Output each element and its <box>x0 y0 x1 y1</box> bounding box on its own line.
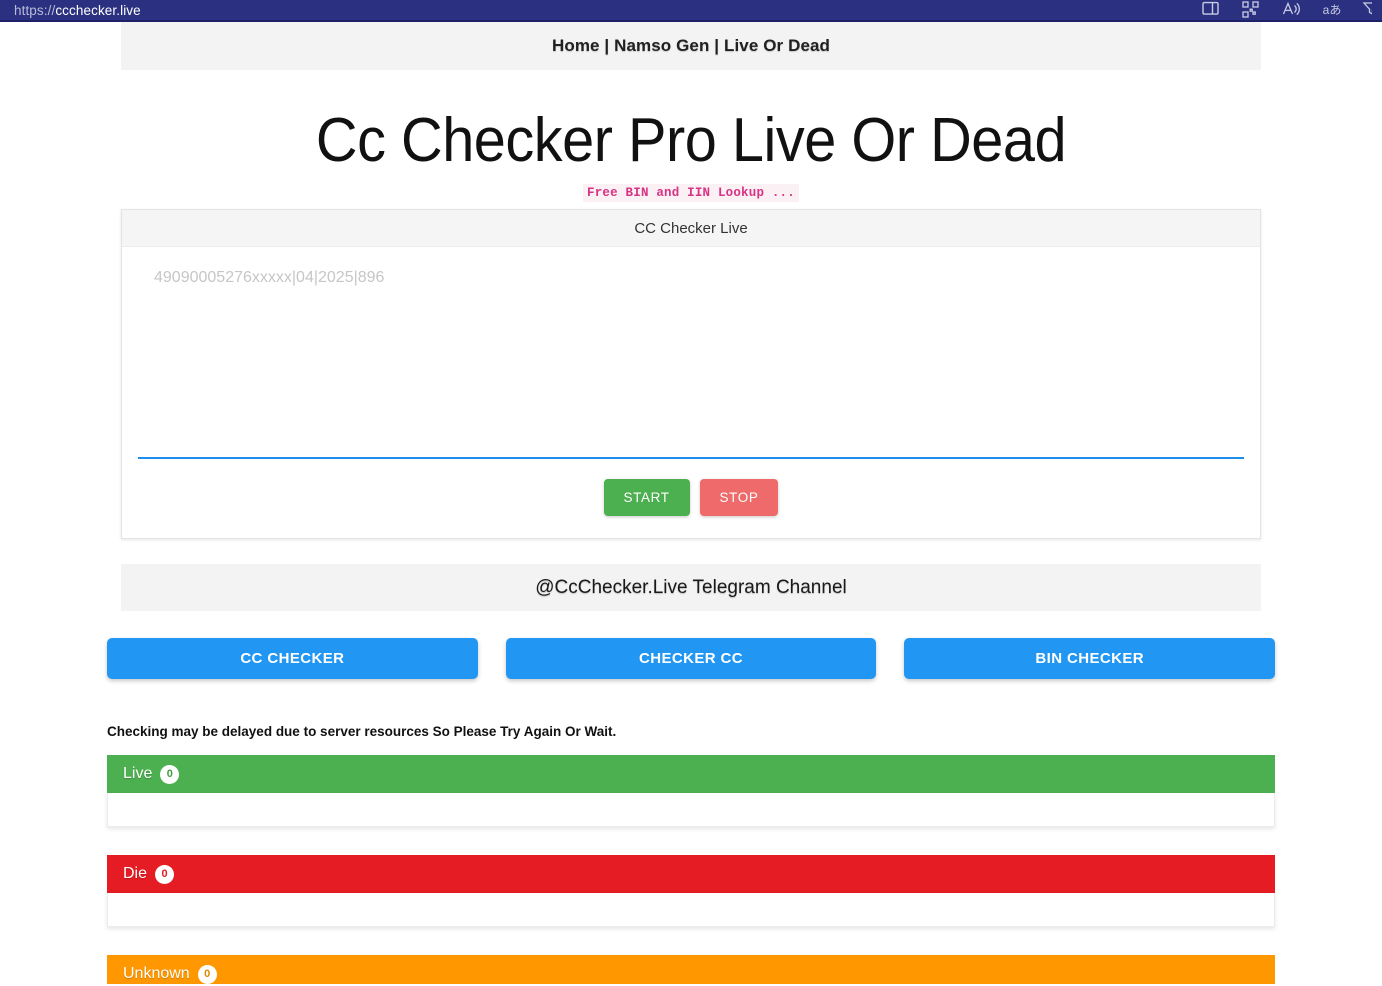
die-panel: Die 0 <box>107 855 1275 928</box>
live-panel-body <box>107 793 1275 828</box>
browser-toolbar: https://ccchecker.live aあ <box>0 0 1382 22</box>
action-row: START STOP <box>138 479 1244 517</box>
collections-icon[interactable] <box>1362 1 1372 19</box>
live-count-badge: 0 <box>160 764 180 784</box>
die-panel-body <box>107 893 1275 928</box>
read-aloud-icon[interactable] <box>1282 1 1302 19</box>
unknown-count-badge: 0 <box>197 964 217 984</box>
checker-cc-button[interactable]: CHECKER CC <box>505 638 877 680</box>
start-button[interactable]: START <box>603 479 690 517</box>
live-panel-label: Live <box>123 765 153 783</box>
bin-checker-button[interactable]: BIN CHECKER <box>904 638 1276 680</box>
card-body: START STOP <box>122 247 1260 538</box>
link-button-row: CC CHECKER CHECKER CC BIN CHECKER <box>107 638 1276 680</box>
die-panel-header: Die 0 <box>107 855 1275 894</box>
split-screen-icon[interactable] <box>1202 1 1222 19</box>
unknown-panel: Unknown 0 <box>107 955 1275 984</box>
telegram-channel-link[interactable]: @CcChecker.Live Telegram Channel <box>535 577 846 599</box>
url-host: ccchecker.live <box>55 2 141 18</box>
live-panel: Live 0 <box>107 755 1275 828</box>
unknown-panel-label: Unknown <box>123 965 190 983</box>
bin-lookup-note[interactable]: Free BIN and IIN Lookup ... <box>583 184 799 203</box>
nav-links[interactable]: Home | Namso Gen | Live Or Dead <box>552 36 830 56</box>
stop-button[interactable]: STOP <box>699 479 779 517</box>
qr-code-icon[interactable] <box>1242 1 1262 19</box>
warning-note: Checking may be delayed due to server re… <box>107 724 617 740</box>
bin-lookup-note-wrap: Free BIN and IIN Lookup ... <box>0 183 1382 203</box>
page-title: Cc Checker Pro Live Or Dead <box>315 106 1067 175</box>
live-panel-header: Live 0 <box>107 755 1275 794</box>
site-nav-bar: Home | Namso Gen | Live Or Dead <box>121 22 1261 70</box>
cc-input-textarea[interactable] <box>138 263 1244 460</box>
die-panel-label: Die <box>123 865 148 883</box>
browser-icon-group: aあ <box>1202 1 1374 19</box>
address-bar[interactable]: https://ccchecker.live <box>14 3 141 18</box>
cc-checker-button[interactable]: CC CHECKER <box>107 638 478 680</box>
result-panels: Live 0 Die 0 Unknown 0 <box>107 755 1275 984</box>
cc-checker-card: CC Checker Live START STOP <box>121 209 1261 540</box>
unknown-panel-header: Unknown 0 <box>107 955 1275 984</box>
translate-icon[interactable]: aあ <box>1322 1 1342 19</box>
die-count-badge: 0 <box>155 864 175 884</box>
page-content: Home | Namso Gen | Live Or Dead Cc Check… <box>0 22 1382 984</box>
telegram-channel-bar: @CcChecker.Live Telegram Channel <box>121 564 1261 612</box>
card-header: CC Checker Live <box>122 210 1260 248</box>
url-scheme: https:// <box>14 2 56 18</box>
